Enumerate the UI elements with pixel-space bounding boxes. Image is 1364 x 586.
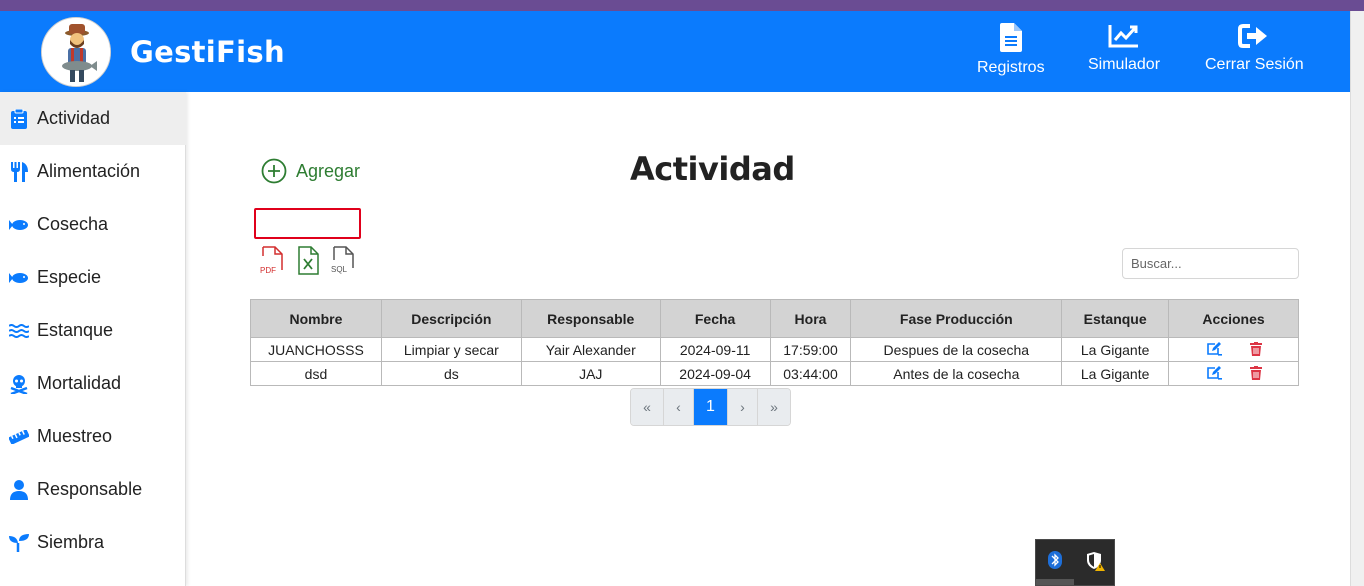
sidebar-item-alimentacion[interactable]: Alimentación [0,145,186,198]
add-button-label: Agregar [296,160,361,181]
sql-label: SQL [331,265,348,274]
fisherman-logo-icon [42,18,110,86]
sidebar-item-label: Actividad [37,108,111,128]
column-header[interactable]: Hora [769,299,852,338]
nav-registros[interactable]: Registros [977,23,1045,77]
sidebar-item-label: Mortalidad [37,373,122,393]
export-excel-button[interactable] [296,246,320,280]
file-excel-icon [298,246,319,275]
browser-top-strip [0,0,1364,11]
edit-icon[interactable] [1206,342,1223,359]
chart-line-icon [1108,25,1139,48]
cell-acciones [1168,361,1299,386]
cell-fase: Despues de la cosecha [850,337,1063,362]
column-header[interactable]: Responsable [520,299,661,338]
sidebar-item-label: Estanque [37,320,114,340]
plus-circle-icon [261,158,287,184]
file-pdf-icon: PDF [260,246,283,275]
table-row: dsd ds JAJ 2024-09-04 03:44:00 Antes de … [250,361,1299,386]
skull-crossbones-icon [9,374,29,394]
fish-icon [9,215,29,235]
sidebar-item-mortalidad[interactable]: Mortalidad [0,357,186,410]
column-header[interactable]: Estanque [1061,299,1170,338]
table-row: JUANCHOSSS Limpiar y secar Yair Alexande… [250,337,1299,362]
brand-name[interactable]: GestiFish [130,35,285,69]
highlight-box [254,208,361,239]
sidebar-item-responsable[interactable]: Responsable [0,463,186,516]
page-scrollbar[interactable] [1350,11,1364,586]
sidebar-item-label: Muestreo [37,426,113,446]
cell-fecha: 2024-09-11 [659,337,771,362]
cell-fecha: 2024-09-04 [659,361,771,386]
page-first-button[interactable]: « [631,389,664,425]
sidebar-item-estanque[interactable]: Estanque [0,304,186,357]
sidebar-item-label: Alimentación [37,161,141,181]
trash-icon[interactable] [1250,366,1263,383]
cell-descripcion: ds [380,361,522,386]
sidebar-item-label: Siembra [37,532,105,552]
export-pdf-button[interactable]: PDF [259,246,285,280]
cell-descripcion: Limpiar y secar [380,337,522,362]
page-last-button[interactable]: » [758,389,790,425]
cell-nombre: JUANCHOSSS [250,337,382,362]
sidebar-item-siembra[interactable]: Siembra [0,516,186,569]
page-prev-button[interactable]: ‹ [664,389,694,425]
cell-estanque: La Gigante [1061,361,1170,386]
nav-cerrar-label: Cerrar Sesión [1205,56,1304,73]
nav-registros-label: Registros [977,59,1045,76]
add-button[interactable]: Agregar [261,158,360,184]
water-icon [9,321,29,341]
ruler-icon [9,427,29,447]
clipboard-icon [9,108,29,129]
logo [41,17,111,87]
seedling-icon [9,533,29,553]
sidebar-item-label: Cosecha [37,214,109,234]
table-header-row: Nombre Descripción Responsable Fecha Hor… [250,299,1299,338]
sidebar-item-especie[interactable]: Especie [0,251,186,304]
page-current-button[interactable]: 1 [694,389,728,425]
column-header[interactable]: Fecha [659,299,771,338]
cell-fase: Antes de la cosecha [850,361,1063,386]
search-input[interactable] [1122,248,1299,279]
cell-hora: 03:44:00 [769,361,852,386]
export-sql-button[interactable]: SQL [330,246,356,280]
user-icon [9,479,29,500]
sidebar-item-muestreo[interactable]: Muestreo [0,410,186,463]
cell-nombre: dsd [250,361,382,386]
security-shield-icon[interactable] [1086,551,1106,575]
sidebar-item-cosecha[interactable]: Cosecha [0,198,186,251]
cell-hora: 17:59:00 [769,337,852,362]
top-navbar: GestiFish Registros Simulador Cerrar Ses… [0,11,1350,92]
column-header[interactable]: Descripción [380,299,522,338]
system-tray-popup [1035,539,1115,586]
tray-hover-indicator [1036,579,1074,585]
page-next-button[interactable]: › [728,389,758,425]
pagination: « ‹ 1 › » [630,388,791,426]
cell-responsable: Yair Alexander [520,337,661,362]
trash-icon[interactable] [1250,342,1263,359]
file-sql-icon: SQL [331,246,354,274]
sidebar: Actividad Alimentación Cosecha Especie E… [0,92,186,586]
activity-table: Nombre Descripción Responsable Fecha Hor… [250,299,1299,386]
pdf-label: PDF [260,266,276,275]
sidebar-item-label: Responsable [37,479,143,499]
nav-simulador-label: Simulador [1088,56,1161,73]
sidebar-item-actividad[interactable]: Actividad [0,92,186,145]
sidebar-item-label: Especie [37,267,102,287]
column-header[interactable]: Fase Producción [850,299,1063,338]
file-text-icon [999,23,1022,52]
sign-out-icon [1238,24,1268,48]
bluetooth-icon[interactable] [1047,551,1063,573]
page-title: Actividad [630,150,795,188]
cell-acciones [1168,337,1299,362]
fish-icon [9,268,29,288]
edit-icon[interactable] [1206,366,1223,383]
column-header[interactable]: Nombre [250,299,382,338]
cell-estanque: La Gigante [1061,337,1170,362]
column-header: Acciones [1168,299,1299,338]
nav-cerrar-sesion[interactable]: Cerrar Sesión [1205,23,1304,74]
cell-responsable: JAJ [520,361,661,386]
utensils-icon [9,161,29,182]
nav-simulador[interactable]: Simulador [1088,23,1160,74]
